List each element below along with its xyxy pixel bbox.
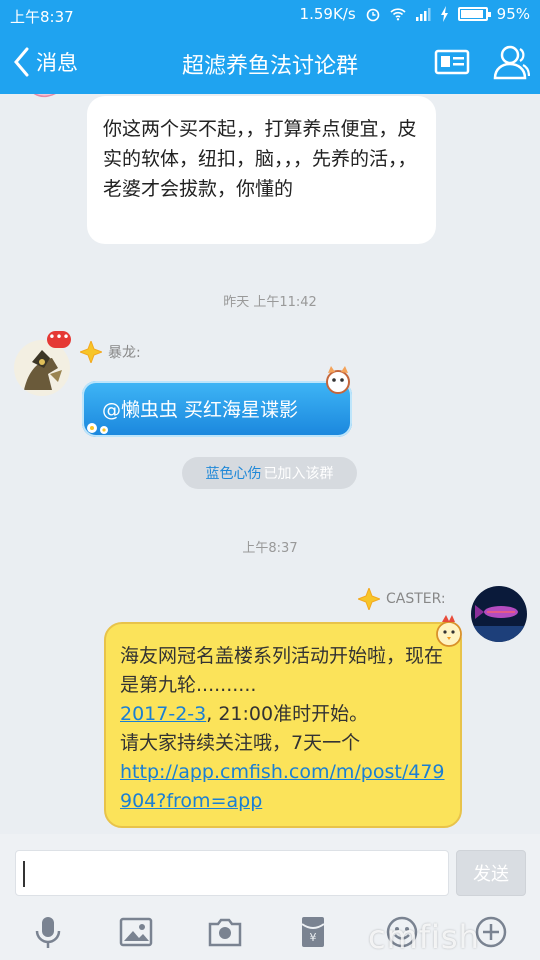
network-speed: 1.59K/s xyxy=(299,5,356,23)
svg-text:¥: ¥ xyxy=(310,931,317,944)
message-text: 海友网冠名盖楼系列活动开始啦，现在是第九轮.......... xyxy=(120,645,444,696)
bubble-chick-decoration-icon xyxy=(436,615,462,647)
sender-name-row: CASTER: xyxy=(358,588,446,610)
date-link[interactable]: 2017-2-3 xyxy=(120,703,206,725)
message-timestamp: 上午8:37 xyxy=(242,541,298,556)
bubble-cat-decoration-icon xyxy=(326,366,350,394)
sender-avatar[interactable] xyxy=(20,94,68,110)
sender-name: 暴龙: xyxy=(108,345,141,361)
message-input[interactable] xyxy=(15,850,449,896)
signal-icon xyxy=(415,8,431,21)
sparkle-icon xyxy=(80,341,102,363)
sender-name-row: 暴龙: xyxy=(80,341,141,363)
image-icon[interactable] xyxy=(118,914,154,950)
message-bubble[interactable]: @懒虫虫 买红海星谍影 xyxy=(82,381,352,437)
wifi-icon xyxy=(390,8,406,21)
profile-card-icon[interactable] xyxy=(434,46,470,78)
charging-icon xyxy=(440,6,448,22)
message-bubble[interactable]: 海友网冠名盖楼系列活动开始啦，现在是第九轮.......... 2017-2-3… xyxy=(104,622,462,828)
status-bar: 上午8:37 1.59K/s 95% xyxy=(0,0,540,30)
message-text: 请大家持续关注哦，7天一个 xyxy=(120,732,361,754)
message-bubble[interactable]: 你这两个买不起，，打算养点便宜，皮实的软体，纽扣，脑，，，先养的活，，老婆才会拔… xyxy=(87,96,436,244)
text-caret xyxy=(23,861,25,887)
status-time: 上午8:37 xyxy=(10,8,74,26)
notification-dots-badge: ••• xyxy=(47,331,71,348)
alarm-icon xyxy=(366,8,379,22)
sparkle-icon xyxy=(358,588,380,610)
join-notice-text: 已加入该群 xyxy=(263,466,334,482)
group-members-icon[interactable] xyxy=(490,42,530,82)
watermark: cmfish xyxy=(368,918,480,956)
sender-name: CASTER: xyxy=(386,591,446,607)
red-packet-icon[interactable]: ¥ xyxy=(295,914,331,950)
dragon-avatar-image xyxy=(14,340,70,396)
battery-percent: 95% xyxy=(496,5,530,23)
battery-icon xyxy=(457,7,491,21)
post-url-link[interactable]: http://app.cmfish.com/m/post/479904?from… xyxy=(120,761,445,812)
microphone-icon[interactable] xyxy=(30,914,66,950)
fish-avatar-image xyxy=(471,586,527,642)
send-button[interactable]: 发送 xyxy=(456,850,526,896)
sender-avatar[interactable] xyxy=(471,586,527,642)
message-text: , 21:00准时开始。 xyxy=(206,703,369,725)
camera-icon[interactable] xyxy=(207,914,243,950)
joined-user-name[interactable]: 蓝色心伤 xyxy=(206,463,262,483)
title-bar: 消息 超滤养鱼法讨论群 xyxy=(0,30,540,94)
message-timestamp: 昨天 上午11:42 xyxy=(223,295,317,310)
chat-area[interactable]: 你这两个买不起，，打算养点便宜，皮实的软体，纽扣，脑，，，先养的活，，老婆才会拔… xyxy=(0,94,540,834)
system-join-notice: 蓝色心伤 已加入该群 xyxy=(182,457,357,489)
sender-avatar[interactable] xyxy=(14,340,70,396)
status-indicators: 1.59K/s 95% xyxy=(300,5,530,23)
bubble-flower-decoration-icon xyxy=(87,423,108,434)
